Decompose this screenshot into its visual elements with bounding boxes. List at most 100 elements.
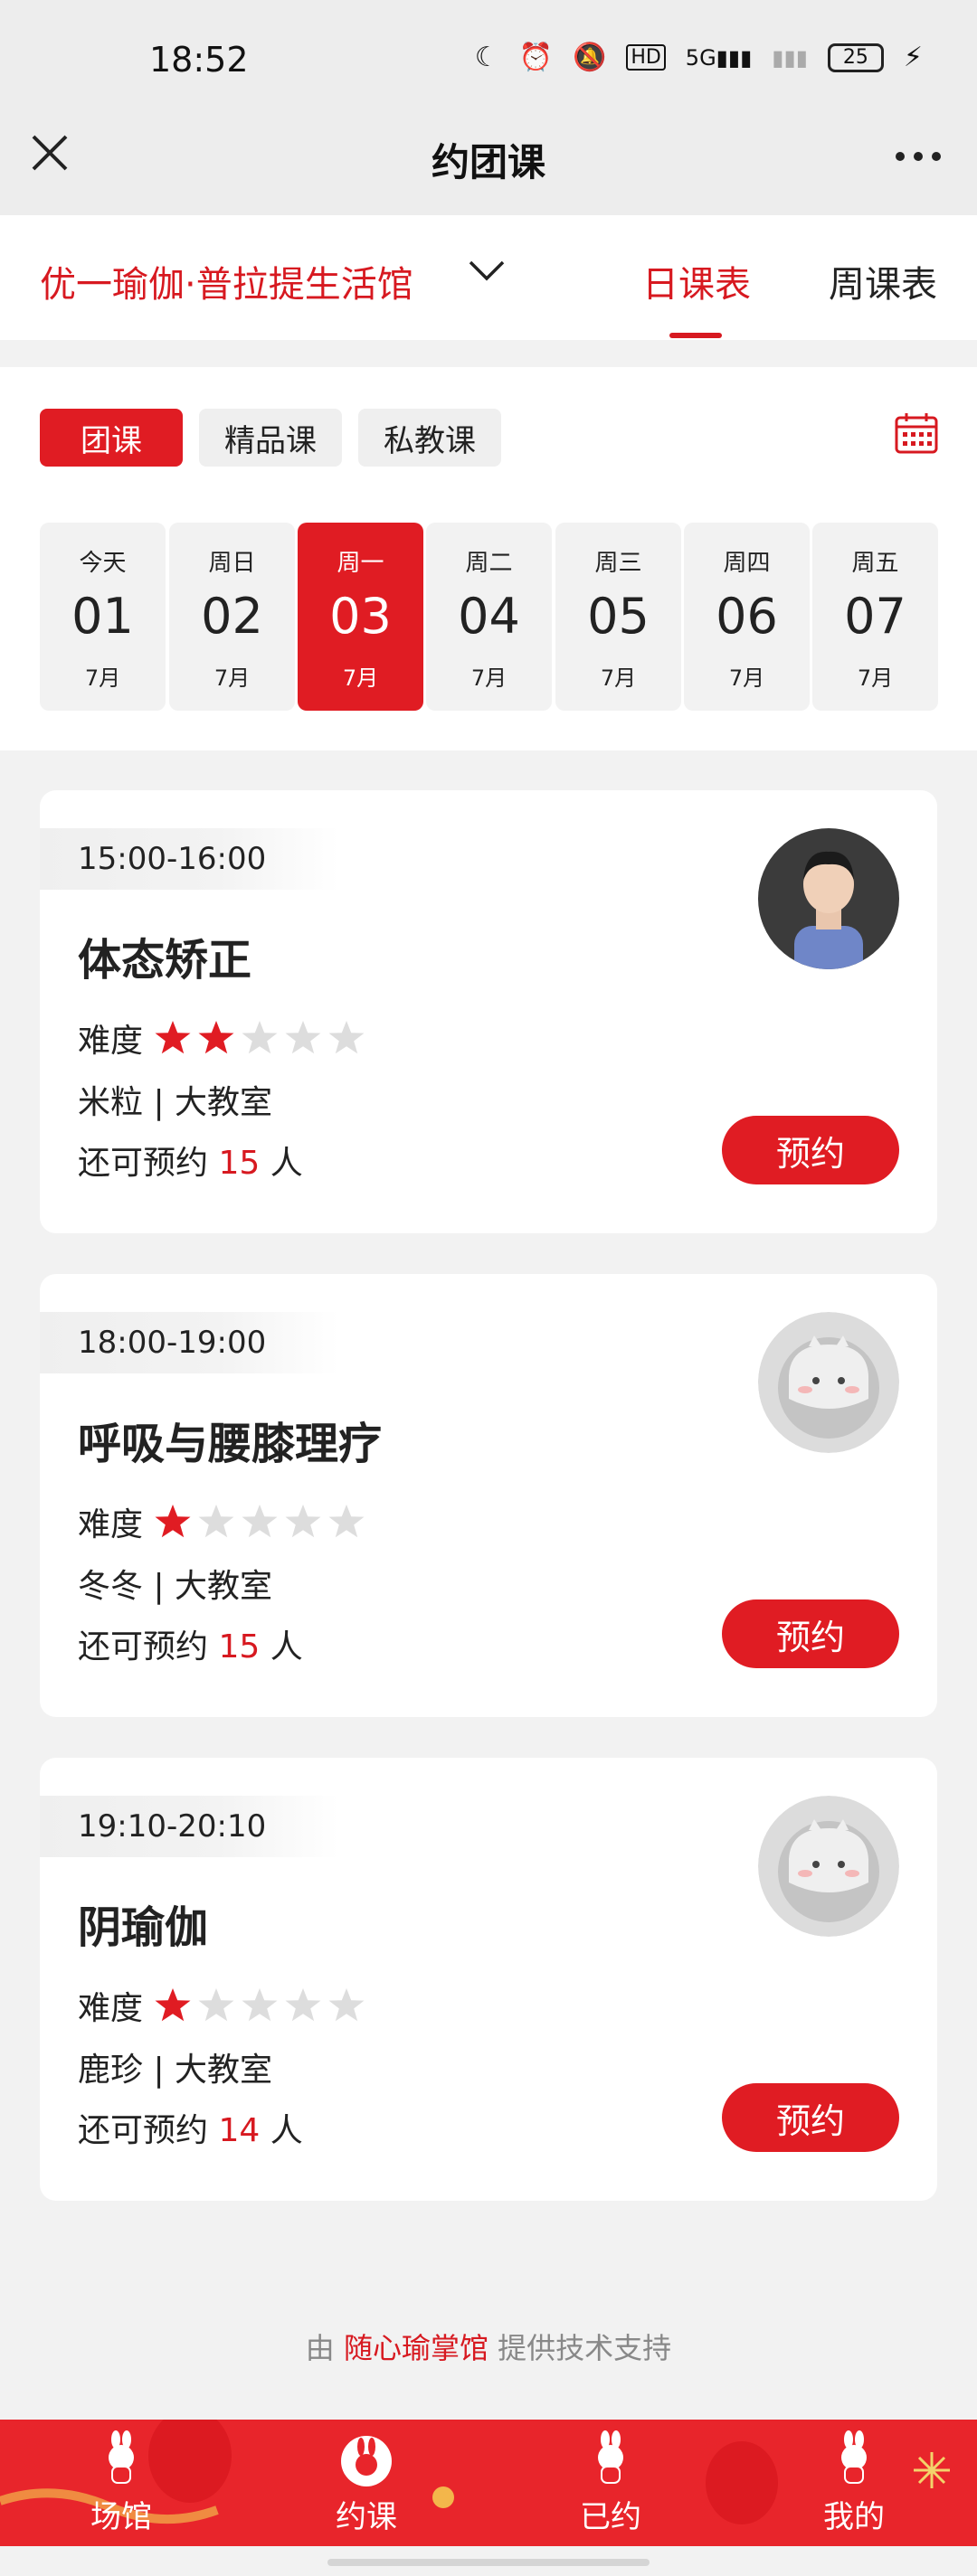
course-card[interactable]: 15:00-16:00 体态矫正 难度 米粒 | 大教室 还可预约 15 人 预… (40, 790, 937, 1233)
difficulty-label: 难度 (78, 1506, 144, 1543)
difficulty-label: 难度 (78, 1023, 144, 1060)
course-title: 阴瑜伽 (78, 1902, 209, 1953)
date-weekday: 周二 (465, 550, 513, 577)
venue-selector[interactable]: 优一瑜伽·普拉提生活馆 (40, 255, 413, 307)
date-weekday: 周五 (851, 550, 899, 577)
tab-venue[interactable]: 场馆 (31, 2420, 212, 2546)
active-tab-indicator (669, 333, 722, 338)
rabbit-book-icon (341, 2436, 392, 2486)
difficulty-stars (154, 1503, 365, 1541)
course-time: 19:10-20:10 (40, 1796, 338, 1857)
tab-day-schedule[interactable]: 日课表 (642, 255, 751, 307)
date-month: 7月 (342, 665, 379, 691)
venue-header: 优一瑜伽·普拉提生活馆 日课表 周课表 (0, 215, 977, 340)
date-month: 7月 (213, 665, 251, 691)
availability-count: 14 (218, 2112, 261, 2149)
teacher-room: 冬冬 | 大教室 (78, 1568, 273, 1605)
tab-label: 场馆 (90, 2499, 152, 2535)
star-empty-icon (285, 1021, 321, 1054)
date-month: 7月 (600, 665, 637, 691)
status-bar: 18:52 ☾ ⏰ 🔕 HD 5G▮▮▮ ▮▮▮ 25 ⚡ (0, 0, 977, 109)
difficulty-stars (154, 1019, 365, 1057)
moon-icon: ☾ (474, 42, 499, 73)
credit-suffix: 提供技术支持 (498, 2331, 672, 2365)
home-indicator[interactable] (327, 2559, 650, 2566)
charging-icon: ⚡ (903, 42, 923, 73)
star-empty-icon (328, 1021, 365, 1054)
book-button[interactable]: 预约 (722, 2083, 899, 2152)
star-filled-icon (155, 1021, 191, 1054)
availability-count: 15 (218, 1145, 261, 1182)
date-weekday: 今天 (79, 550, 127, 577)
nav-bar: 约团课 (0, 109, 977, 215)
availability-count: 15 (218, 1628, 261, 1665)
teacher-avatar-placeholder (758, 1312, 899, 1453)
book-button[interactable]: 预约 (722, 1599, 899, 1668)
book-button[interactable]: 预约 (722, 1116, 899, 1184)
chip-premium-class[interactable]: 精品课 (199, 409, 342, 467)
star-empty-icon (242, 1988, 278, 2022)
bottom-tab-bar: 场馆 约课 已约 我的 (0, 2420, 977, 2546)
date-month: 7月 (728, 665, 765, 691)
course-time: 15:00-16:00 (40, 828, 338, 890)
more-icon[interactable] (896, 136, 941, 161)
date-cell[interactable]: 周三 05 7月 (555, 523, 681, 711)
date-cell[interactable]: 周五 07 7月 (812, 523, 938, 711)
course-title: 呼吸与腰膝理疗 (78, 1419, 383, 1469)
date-day: 05 (587, 588, 650, 645)
availability: 还可预约 15 人 (78, 1620, 303, 1667)
availability-suffix: 人 (270, 1628, 303, 1665)
battery-icon: 25 (827, 42, 884, 72)
date-cell[interactable]: 周日 02 7月 (169, 523, 295, 711)
credit-prefix: 由 (305, 2331, 335, 2365)
difficulty-label: 难度 (78, 1990, 144, 2027)
date-cell[interactable]: 周二 04 7月 (426, 523, 552, 711)
star-empty-icon (198, 1988, 234, 2022)
tab-book-class[interactable]: 约课 (276, 2420, 457, 2546)
chip-private-class[interactable]: 私教课 (358, 409, 501, 467)
teacher-room: 米粒 | 大教室 (78, 1084, 273, 1121)
page-title: 约团课 (431, 140, 545, 184)
star-empty-icon (198, 1505, 234, 1538)
tech-support-credit: 由 随心瑜掌馆 提供技术支持 (0, 2326, 977, 2367)
availability-suffix: 人 (270, 2112, 303, 2149)
tab-label: 约课 (336, 2499, 397, 2535)
teacher-room: 鹿珍 | 大教室 (78, 2052, 273, 2089)
mute-icon: 🔕 (572, 42, 607, 73)
filter-panel: 团课 精品课 私教课 今天 01 7月 周日 02 7月 周一 03 7月 周二… (0, 367, 977, 750)
chevron-down-icon[interactable] (467, 251, 507, 291)
date-cell[interactable]: 今天 01 7月 (40, 523, 166, 711)
course-card[interactable]: 18:00-19:00 呼吸与腰膝理疗 难度 冬冬 | 大教室 还可预约 15 … (40, 1274, 937, 1717)
availability-prefix: 还可预约 (78, 1628, 209, 1665)
availability-suffix: 人 (270, 1145, 303, 1182)
status-time: 18:52 (149, 40, 249, 80)
tab-mine[interactable]: 我的 (764, 2420, 944, 2546)
status-icons: ☾ ⏰ 🔕 HD 5G▮▮▮ ▮▮▮ 25 ⚡ (475, 42, 923, 73)
star-empty-icon (285, 1988, 321, 2022)
date-day: 01 (71, 588, 134, 645)
tab-booked[interactable]: 已约 (520, 2420, 701, 2546)
signal-icon: ▮▮▮ (772, 44, 808, 71)
signal-5g-icon: 5G▮▮▮ (685, 44, 753, 71)
teacher-avatar (758, 828, 899, 969)
date-weekday: 周日 (208, 550, 256, 577)
date-weekday: 周四 (723, 550, 771, 577)
course-time: 18:00-19:00 (40, 1312, 338, 1373)
calendar-icon[interactable] (894, 410, 939, 456)
tab-label: 已约 (580, 2499, 641, 2535)
date-day: 03 (329, 588, 392, 645)
rabbit-booked-icon (598, 2430, 623, 2484)
rabbit-profile-icon (841, 2430, 867, 2484)
date-cell-selected[interactable]: 周一 03 7月 (298, 523, 423, 711)
credit-brand-link[interactable]: 随心瑜掌馆 (344, 2331, 488, 2365)
star-filled-icon (198, 1021, 234, 1054)
availability: 还可预约 15 人 (78, 1137, 303, 1184)
chip-group-class[interactable]: 团课 (40, 409, 183, 467)
date-weekday: 周一 (337, 550, 384, 577)
star-empty-icon (242, 1505, 278, 1538)
course-card[interactable]: 19:10-20:10 阴瑜伽 难度 鹿珍 | 大教室 还可预约 14 人 预约 (40, 1758, 937, 2201)
date-cell[interactable]: 周四 06 7月 (684, 523, 810, 711)
star-empty-icon (328, 1988, 365, 2022)
tab-label: 我的 (823, 2499, 885, 2535)
tab-week-schedule[interactable]: 周课表 (829, 255, 937, 307)
